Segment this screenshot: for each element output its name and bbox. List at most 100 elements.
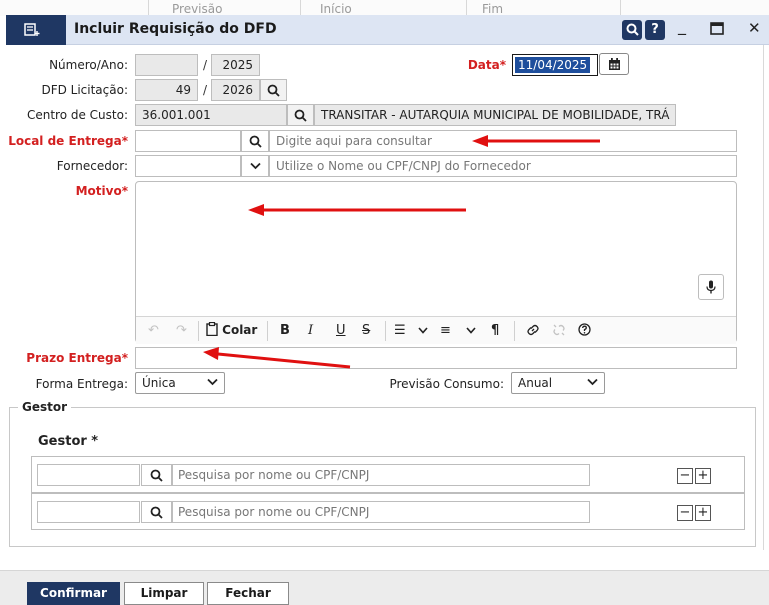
- gestor-search-input[interactable]: Pesquisa por nome ou CPF/CNPJ: [172, 501, 590, 523]
- background-column-divider: [300, 0, 301, 16]
- centro-custo-description: TRANSITAR - AUTARQUIA MUNICIPAL DE MOBIL…: [314, 104, 676, 126]
- search-icon: [249, 135, 262, 148]
- toolbar-divider: [514, 321, 515, 341]
- confirm-button[interactable]: Confirmar: [27, 582, 120, 605]
- calendar-button[interactable]: [599, 53, 629, 75]
- search-icon: [150, 506, 163, 519]
- add-gestor-button[interactable]: +: [695, 505, 711, 521]
- underline-button[interactable]: U: [336, 323, 346, 338]
- local-entrega-label: Local de Entrega*: [8, 134, 128, 148]
- gestor-row: Pesquisa por nome ou CPF/CNPJ − +: [31, 456, 745, 493]
- separator: /: [203, 58, 208, 72]
- document-add-icon: [24, 23, 40, 36]
- numero-ano-label: Número/Ano:: [49, 58, 128, 72]
- paragraph-icon[interactable]: ¶: [491, 323, 499, 338]
- gestor-placeholder: Pesquisa por nome ou CPF/CNPJ: [178, 468, 370, 482]
- gestor-code-input[interactable]: [37, 501, 140, 523]
- chevron-down-icon: [466, 327, 476, 334]
- background-column-previsao: Previsão: [172, 2, 223, 16]
- dfd-numero-field: 49: [135, 79, 198, 101]
- centro-custo-code: 36.001.001: [135, 104, 287, 126]
- dfd-ano-field: 2026: [211, 79, 260, 101]
- title-search-button[interactable]: [622, 20, 642, 40]
- close-dialog-button[interactable]: Fechar: [207, 582, 289, 605]
- microphone-icon: [706, 280, 716, 294]
- numbered-list-icon[interactable]: ≡: [440, 323, 451, 338]
- fornecedor-search-input[interactable]: Utilize o Nome ou CPF/CNPJ do Fornecedor: [269, 155, 737, 177]
- fornecedor-label: Fornecedor:: [56, 159, 128, 173]
- forma-entrega-label: Forma Entrega:: [35, 377, 128, 391]
- data-value: 11/04/2025: [515, 57, 591, 73]
- bold-button[interactable]: B: [280, 323, 290, 338]
- search-icon: [150, 469, 163, 482]
- previsao-consumo-label: Previsão Consumo:: [389, 377, 504, 391]
- question-circle-icon: [578, 323, 591, 336]
- paste-button[interactable]: Colar: [206, 321, 257, 338]
- fornecedor-code-input[interactable]: [135, 155, 241, 177]
- numero-field: [135, 54, 198, 76]
- gestor-search-button[interactable]: [141, 501, 172, 523]
- centro-custo-search-button[interactable]: [287, 104, 314, 126]
- local-entrega-search-button[interactable]: [241, 130, 269, 152]
- chevron-down-icon: [587, 378, 598, 386]
- gestor-row: Pesquisa por nome ou CPF/CNPJ − +: [31, 493, 745, 530]
- motivo-text[interactable]: [142, 188, 702, 268]
- clipboard-icon: [206, 321, 218, 337]
- remove-gestor-button[interactable]: −: [677, 505, 693, 521]
- gestor-search-input[interactable]: Pesquisa por nome ou CPF/CNPJ: [172, 464, 590, 486]
- fornecedor-dropdown-button[interactable]: [241, 155, 269, 177]
- prazo-entrega-input[interactable]: [135, 347, 737, 369]
- gestor-code-input[interactable]: [37, 464, 140, 486]
- centro-custo-label: Centro de Custo:: [26, 108, 128, 122]
- previsao-consumo-select[interactable]: Anual: [511, 372, 605, 394]
- undo-button[interactable]: ↶: [148, 323, 159, 338]
- add-gestor-button[interactable]: +: [695, 468, 711, 484]
- modal-footer: Confirmar Limpar Fechar: [0, 570, 769, 605]
- toolbar-divider: [198, 321, 199, 341]
- background-column-fim: Fim: [482, 2, 504, 16]
- help-button[interactable]: ?: [645, 20, 665, 40]
- forma-entrega-select[interactable]: Única: [135, 372, 225, 394]
- numbered-list-dropdown[interactable]: [466, 323, 476, 338]
- italic-button[interactable]: I: [308, 323, 313, 338]
- data-input[interactable]: 11/04/2025: [512, 54, 598, 76]
- separator: /: [203, 83, 208, 97]
- local-entrega-code-input[interactable]: [135, 130, 241, 152]
- toolbar-divider: [385, 321, 386, 341]
- dfd-search-button[interactable]: [260, 79, 287, 101]
- remove-gestor-button[interactable]: −: [677, 468, 693, 484]
- bullet-list-dropdown[interactable]: [418, 323, 428, 338]
- link-icon: [527, 324, 539, 336]
- background-column-inicio: Início: [320, 2, 352, 16]
- data-label: Data*: [467, 58, 506, 72]
- gestor-search-button[interactable]: [141, 464, 172, 486]
- prazo-entrega-label: Prazo Entrega*: [26, 351, 128, 365]
- local-entrega-search-input[interactable]: Digite aqui para consultar: [269, 130, 737, 152]
- motivo-editor[interactable]: ↶ ↷ Colar B I U S ☰ ≡ ¶: [135, 181, 737, 344]
- forma-entrega-value: Única: [142, 376, 176, 390]
- strikethrough-button[interactable]: S: [362, 323, 370, 338]
- search-icon: [626, 23, 639, 36]
- modal-titlebar: Incluir Requisição do DFD ? _ ✕: [6, 15, 769, 45]
- redo-button[interactable]: ↷: [176, 323, 187, 338]
- close-button[interactable]: ✕: [748, 19, 761, 37]
- clear-button[interactable]: Limpar: [124, 582, 204, 605]
- gestor-title: Gestor *: [38, 434, 99, 449]
- maximize-icon: [710, 22, 724, 35]
- editor-toolbar: ↶ ↷ Colar B I U S ☰ ≡ ¶: [136, 316, 736, 344]
- link-button[interactable]: [526, 323, 540, 341]
- help-circle-icon[interactable]: [578, 323, 591, 340]
- bullet-list-icon[interactable]: ☰: [394, 323, 406, 338]
- previsao-consumo-value: Anual: [518, 376, 553, 390]
- maximize-button[interactable]: [710, 20, 724, 39]
- background-table-header: Previsão Início Fim: [0, 0, 769, 16]
- unlink-button[interactable]: [552, 323, 566, 341]
- ano-field: 2025: [211, 54, 260, 76]
- voice-input-button[interactable]: [698, 274, 724, 300]
- chevron-down-icon: [418, 327, 428, 334]
- chevron-down-icon: [249, 162, 261, 170]
- toolbar-divider: [267, 321, 268, 341]
- minimize-button[interactable]: _: [678, 16, 686, 35]
- chevron-down-icon: [207, 378, 218, 386]
- background-column-divider: [148, 0, 149, 16]
